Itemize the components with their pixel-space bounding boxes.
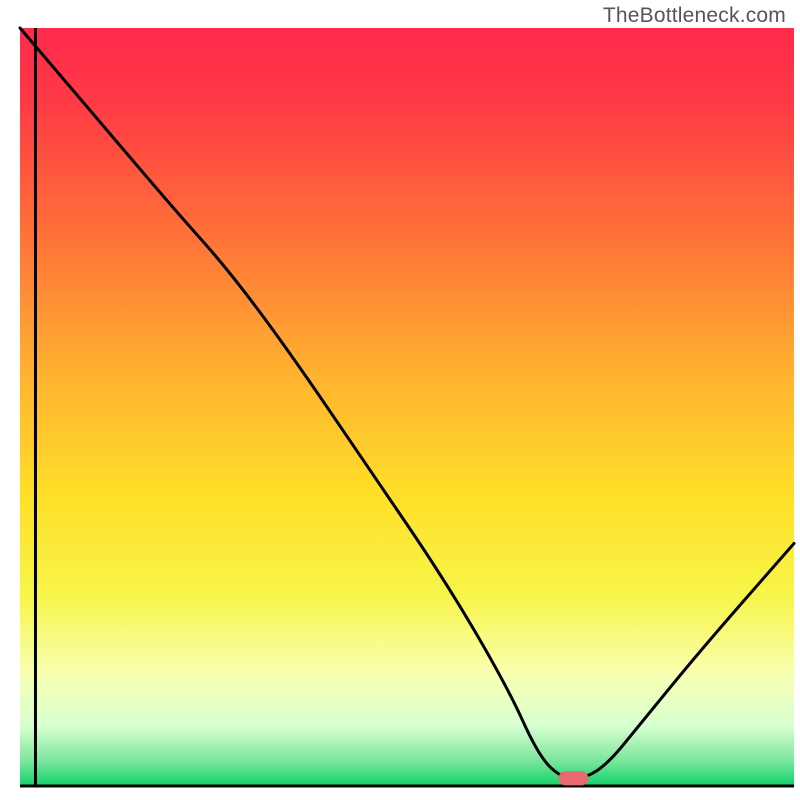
bottleneck-plot <box>0 0 800 800</box>
plot-background <box>20 28 794 786</box>
optimal-marker <box>558 771 588 785</box>
chart-canvas: TheBottleneck.com <box>0 0 800 800</box>
